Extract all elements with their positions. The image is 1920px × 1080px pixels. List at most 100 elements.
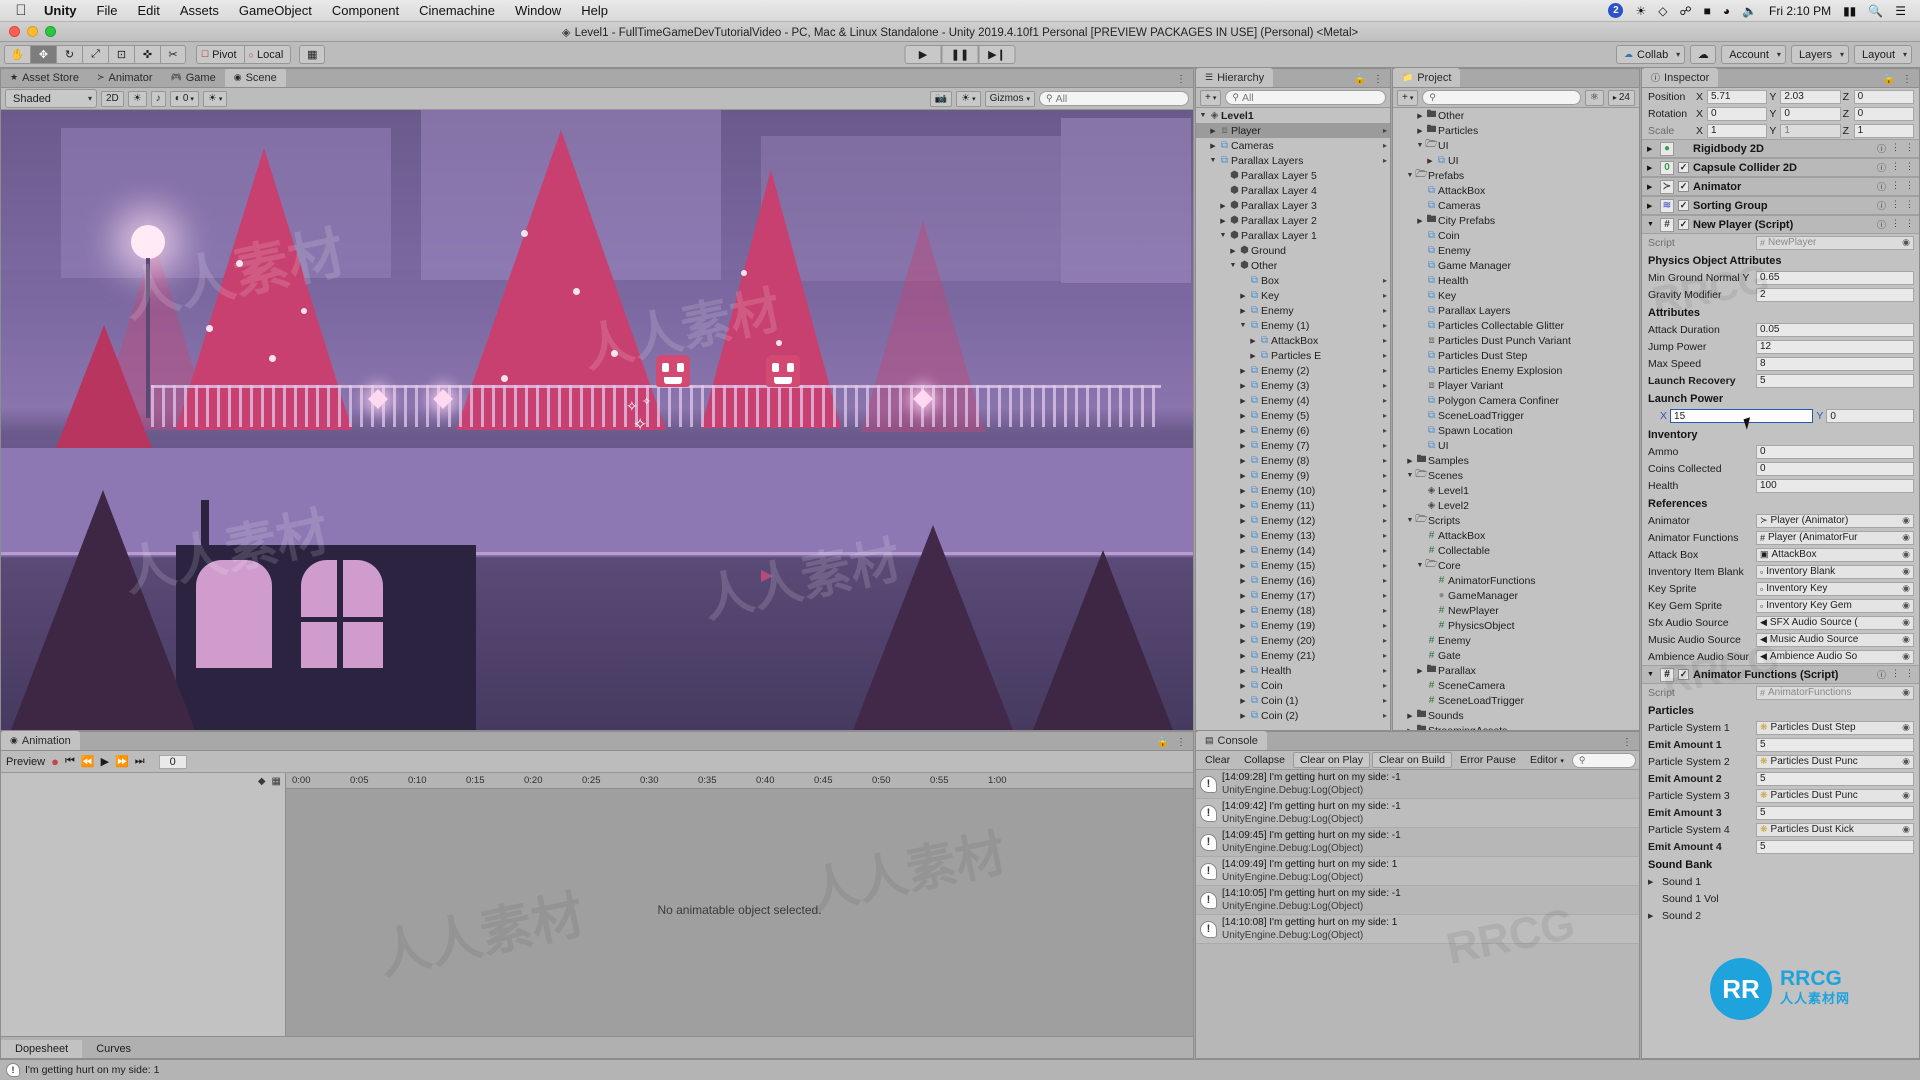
expand-arrow-icon[interactable]: ▶: [1238, 442, 1248, 450]
project-item[interactable]: # Enemy: [1393, 633, 1639, 648]
object-picker-icon[interactable]: ◉: [1902, 634, 1910, 645]
project-item[interactable]: ⧉ Polygon Camera Confiner: [1393, 393, 1639, 408]
prefab-open-icon[interactable]: ▸: [1383, 126, 1387, 135]
property-value-field[interactable]: 5: [1756, 771, 1914, 786]
sound-row[interactable]: ▶ Sound 1: [1642, 873, 1919, 890]
launch-power-x-field[interactable]: 15: [1670, 409, 1814, 423]
project-item[interactable]: # AnimatorFunctions: [1393, 573, 1639, 588]
property-value-field[interactable]: 0.65: [1756, 270, 1914, 285]
object-reference-field[interactable]: ◀ Music Audio Source ◉: [1756, 632, 1914, 647]
hierarchy-item[interactable]: ▼ ⬢ Parallax Layer 1: [1196, 228, 1390, 243]
battery-icon[interactable]: ■: [1698, 4, 1717, 18]
expand-arrow-icon[interactable]: ▶: [1238, 682, 1248, 690]
inspector-panel-menu[interactable]: 🔓 ⋮: [1883, 74, 1919, 87]
clock-label[interactable]: Fri 2:10 PM: [1763, 4, 1837, 18]
project-item[interactable]: ⧉ Particles Enemy Explosion: [1393, 363, 1639, 378]
prefab-open-icon[interactable]: ▸: [1383, 711, 1387, 720]
more-options-icon[interactable]: ⋮: [1905, 218, 1914, 231]
expand-arrow-icon[interactable]: ▶: [1238, 712, 1248, 720]
hierarchy-panel-menu[interactable]: 🔒 ⋮: [1354, 74, 1390, 87]
project-item[interactable]: # NewPlayer: [1393, 603, 1639, 618]
expand-arrow-icon[interactable]: ▶: [1238, 412, 1248, 420]
expand-arrow-icon[interactable]: ▼: [1405, 517, 1415, 524]
project-item[interactable]: ▶🖿StreamingAssets: [1393, 723, 1639, 730]
last-key-button[interactable]: ⏭: [135, 755, 145, 768]
expand-arrow-icon[interactable]: ▶: [1238, 592, 1248, 600]
hierarchy-item[interactable]: ▼ ⧉ Enemy (1) ▸: [1196, 318, 1390, 333]
property-value-field[interactable]: 100: [1756, 478, 1914, 493]
project-item[interactable]: ⧈ Particles Dust Punch Variant: [1393, 333, 1639, 348]
project-item[interactable]: ◈ Level2: [1393, 498, 1639, 513]
hand-tool-button[interactable]: ✋: [4, 45, 30, 64]
hierarchy-item[interactable]: ▶ ⬢ Parallax Layer 3: [1196, 198, 1390, 213]
expand-arrow-icon[interactable]: ▶: [1238, 577, 1248, 585]
layout-button[interactable]: Layout: [1853, 45, 1912, 64]
hierarchy-item[interactable]: ▶ ⧉ Enemy (19) ▸: [1196, 618, 1390, 633]
prefab-open-icon[interactable]: ▸: [1383, 651, 1387, 660]
hierarchy-item[interactable]: ▶ ⧉ Coin (2) ▸: [1196, 708, 1390, 723]
expand-arrow-icon[interactable]: ▼: [1218, 232, 1228, 239]
add-event-icon[interactable]: ▦: [272, 776, 281, 787]
prefab-open-icon[interactable]: ▸: [1383, 666, 1387, 675]
object-picker-icon[interactable]: ◉: [1902, 722, 1910, 733]
component-header-new-player-script[interactable]: ▼ # ✓ New Player (Script) ⓘ ⋮ ⋮: [1642, 215, 1919, 234]
project-item[interactable]: # SceneLoadTrigger: [1393, 693, 1639, 708]
hierarchy-item[interactable]: ▶ ⧉ Health ▸: [1196, 663, 1390, 678]
control-center-icon[interactable]: ☰: [1889, 4, 1912, 18]
expand-arrow-icon[interactable]: ▼: [1415, 562, 1425, 569]
hierarchy-item[interactable]: ▶ ⧉ Enemy (5) ▸: [1196, 408, 1390, 423]
first-key-button[interactable]: ⏮: [65, 755, 75, 768]
object-picker-icon[interactable]: ◉: [1902, 651, 1910, 662]
timeline-ruler[interactable]: 0:00 0:05 0:10 0:15 0:20 0:25 0:30 0:35 …: [286, 773, 1193, 789]
project-item[interactable]: ▶ 🖿 Other: [1393, 108, 1639, 123]
expand-arrow-icon[interactable]: ▶: [1238, 652, 1248, 660]
step-button[interactable]: ▶❙: [978, 45, 1016, 64]
project-item[interactable]: # SceneCamera: [1393, 678, 1639, 693]
animation-panel-menu[interactable]: 🔒 ⋮: [1157, 737, 1193, 750]
object-picker-icon[interactable]: ◉: [1902, 515, 1910, 526]
project-item[interactable]: ⧉ Enemy: [1393, 243, 1639, 258]
hierarchy-item[interactable]: ▶ ⧉ Enemy (9) ▸: [1196, 468, 1390, 483]
rotate-tool-button[interactable]: ↻: [56, 45, 82, 64]
hierarchy-item[interactable]: ▶ ⧉ Enemy (18) ▸: [1196, 603, 1390, 618]
expand-arrow-icon[interactable]: ▶: [1238, 457, 1248, 465]
play-animation-button[interactable]: ▶: [101, 755, 109, 768]
collab-button[interactable]: ☁ Collab: [1616, 45, 1686, 64]
object-reference-field[interactable]: ◀ Ambience Audio So ◉: [1756, 649, 1914, 664]
prefab-open-icon[interactable]: ▸: [1383, 696, 1387, 705]
spotlight-icon[interactable]: 🔍: [1862, 4, 1889, 18]
prefab-open-icon[interactable]: ▸: [1383, 441, 1387, 450]
play-button[interactable]: ▶: [904, 45, 942, 64]
object-picker-icon[interactable]: ◉: [1902, 617, 1910, 628]
clear-button[interactable]: Clear: [1199, 753, 1236, 767]
asset-filter-button[interactable]: ⚛: [1584, 89, 1604, 106]
help-icon[interactable]: ⓘ: [1877, 161, 1886, 174]
prefab-open-icon[interactable]: ▸: [1383, 351, 1387, 360]
hierarchy-search-input[interactable]: ⚲ All: [1225, 90, 1386, 105]
hierarchy-item[interactable]: ▶ ⧉ Enemy (8) ▸: [1196, 453, 1390, 468]
console-panel-menu[interactable]: ⋮: [1622, 737, 1639, 750]
hierarchy-item[interactable]: ▶ ⧈ Player ▸: [1196, 123, 1390, 138]
object-picker-icon[interactable]: ◉: [1902, 824, 1910, 835]
shading-mode-dropdown[interactable]: Shaded: [5, 89, 97, 108]
preset-icon[interactable]: ⋮: [1891, 199, 1900, 212]
more-options-icon[interactable]: ⋮: [1176, 74, 1186, 85]
expand-arrow-icon[interactable]: ▶: [1238, 562, 1248, 570]
hierarchy-item[interactable]: ⧉ Box ▸: [1196, 273, 1390, 288]
enable-checkbox[interactable]: ✓: [1678, 219, 1689, 230]
prefab-open-icon[interactable]: ▸: [1383, 501, 1387, 510]
hierarchy-item[interactable]: ▼ ◈ Level1: [1196, 108, 1390, 123]
expand-arrow-icon[interactable]: ▶: [1425, 157, 1435, 165]
more-options-icon[interactable]: ⋮: [1905, 668, 1914, 681]
hierarchy-item[interactable]: ▶ ⧉ Enemy (14) ▸: [1196, 543, 1390, 558]
console-log-row[interactable]: ! [14:10:05] I'm getting hurt on my side:…: [1196, 886, 1639, 915]
animation-timeline[interactable]: 0:00 0:05 0:10 0:15 0:20 0:25 0:30 0:35 …: [286, 773, 1193, 1036]
expand-arrow-icon[interactable]: ▶: [1238, 397, 1248, 405]
more-options-icon[interactable]: ⋮: [1905, 142, 1914, 155]
expand-arrow-icon[interactable]: ▶: [1208, 127, 1218, 135]
expand-arrow-icon[interactable]: ▶: [1238, 307, 1248, 315]
apple-menu-icon[interactable]: : [8, 2, 34, 19]
object-reference-field[interactable]: ▣ AttackBox ◉: [1756, 547, 1914, 562]
frame-field[interactable]: 0: [158, 754, 187, 769]
hierarchy-item[interactable]: ▶ ⧉ AttackBox ▸: [1196, 333, 1390, 348]
